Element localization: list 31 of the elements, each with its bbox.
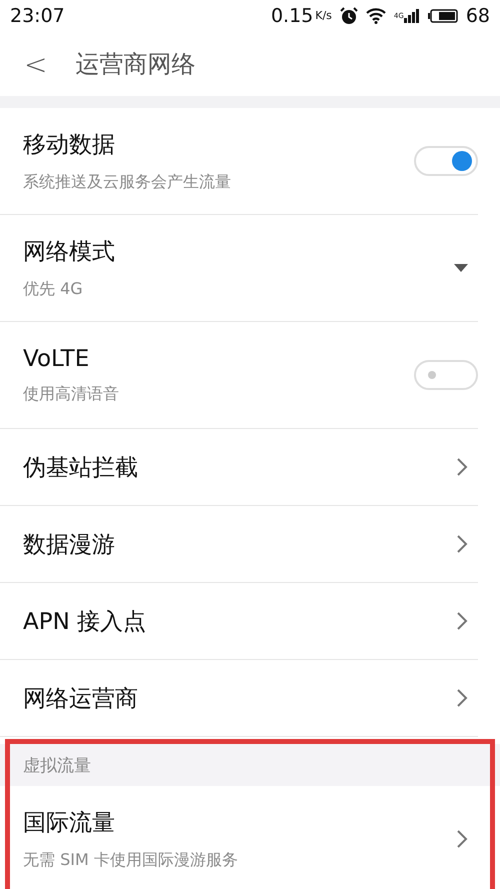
battery-icon — [428, 9, 458, 23]
page-title: 运营商网络 — [75, 49, 196, 80]
row-subtitle: 优先 4G — [23, 279, 84, 300]
row-title: 移动数据 — [23, 131, 116, 160]
chevron-right-icon — [456, 611, 468, 631]
row-subtitle: 系统推送及云服务会产生流量 — [23, 172, 232, 193]
dropdown-icon[interactable] — [454, 264, 468, 272]
speed-unit: K/s — [315, 9, 332, 22]
network-speed: 0.15 — [270, 5, 314, 27]
row-subtitle: 使用高清语音 — [23, 384, 120, 404]
section-title: 虚拟流量 — [23, 754, 91, 776]
toggle-switch[interactable] — [414, 146, 478, 176]
alarm-icon — [340, 7, 358, 25]
row-title: 数据漫游 — [23, 530, 116, 560]
row-title: APN 接入点 — [23, 608, 148, 636]
wifi-icon — [366, 8, 386, 24]
row-title: 网络运营商 — [23, 684, 139, 714]
back-button[interactable]: < — [18, 48, 54, 80]
chevron-right-icon — [456, 457, 468, 477]
row-title: 伪基站拦截 — [23, 454, 139, 482]
row-title: 国际流量 — [23, 809, 116, 838]
row-title: VoLTE — [23, 346, 90, 372]
toggle-switch[interactable] — [414, 360, 478, 390]
clock: 23:07 — [10, 5, 65, 27]
chevron-right-icon — [456, 829, 468, 849]
signal-icon — [404, 9, 420, 23]
chevron-right-icon — [456, 688, 468, 708]
row-subtitle: 无需 SIM 卡使用国际漫游服务 — [23, 850, 239, 871]
chevron-right-icon — [456, 534, 468, 554]
battery-percent: 68 — [466, 5, 490, 27]
row-title: 网络模式 — [23, 238, 116, 267]
